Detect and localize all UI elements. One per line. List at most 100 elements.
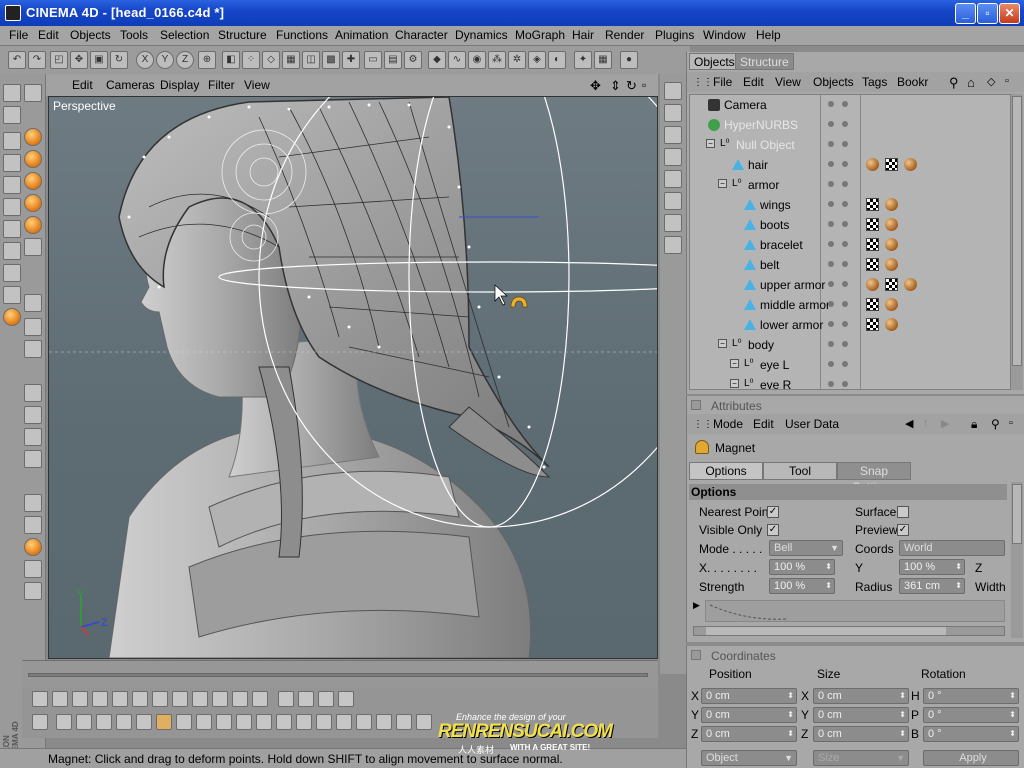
- points-mode-icon[interactable]: ⁘: [242, 51, 260, 69]
- render-settings-icon[interactable]: ⚙: [404, 51, 422, 69]
- stepper-icon[interactable]: ⬍: [955, 560, 962, 574]
- viewport-menu-filter[interactable]: Filter: [208, 78, 235, 92]
- lock-icon[interactable]: 🔒︎: [971, 417, 977, 432]
- navigate-icon[interactable]: ◇: [987, 75, 995, 88]
- stepper-icon[interactable]: ⬍: [1009, 689, 1016, 703]
- rotation-field[interactable]: 0 ° ⬍: [923, 688, 1019, 704]
- object-name[interactable]: HyperNURBS: [724, 118, 798, 132]
- menu-edit[interactable]: Edit: [38, 28, 59, 42]
- animation-tool-icon[interactable]: [232, 691, 248, 707]
- visibility-dot-icon[interactable]: [842, 241, 848, 247]
- forward-arrow-icon[interactable]: ▶: [941, 417, 949, 430]
- tool-l-icon[interactable]: [24, 340, 42, 358]
- timeline[interactable]: [22, 660, 658, 688]
- object-tool-icon[interactable]: [76, 714, 92, 730]
- visibility-dot-icon[interactable]: [828, 221, 834, 227]
- deformer-icon[interactable]: ✲: [508, 51, 526, 69]
- objects-menu-objects[interactable]: Objects: [813, 75, 854, 89]
- object-tree-row[interactable]: − L⁰ eye L: [690, 355, 1010, 375]
- menu-objects[interactable]: Objects: [70, 28, 111, 42]
- stepper-icon[interactable]: ⬍: [787, 727, 794, 741]
- viewport-menu-view[interactable]: View: [244, 78, 270, 92]
- object-tree-scrollbar[interactable]: [1011, 94, 1023, 390]
- preview-checkbox[interactable]: ✓: [897, 524, 909, 536]
- z-axis-lock-icon[interactable]: Z: [176, 51, 194, 69]
- minimize-button[interactable]: _: [955, 3, 976, 24]
- mid-tool-icon[interactable]: [664, 192, 682, 210]
- maximize-button[interactable]: ▫: [977, 3, 998, 24]
- object-tree-row[interactable]: − L⁰ body: [690, 335, 1010, 355]
- menu-animation[interactable]: Animation: [335, 28, 388, 42]
- sphere-tool-icon[interactable]: [24, 216, 42, 234]
- light-icon[interactable]: ✦: [574, 51, 592, 69]
- menu-window[interactable]: Window: [703, 28, 746, 42]
- objects-menu-edit[interactable]: Edit: [743, 75, 764, 89]
- mode-dropdown[interactable]: Bell ▼: [769, 540, 843, 556]
- magnet-tool-icon[interactable]: [24, 84, 42, 102]
- object-name[interactable]: bracelet: [760, 238, 803, 252]
- texture-tag-icon[interactable]: [885, 278, 898, 291]
- stepper-icon[interactable]: ⬍: [787, 689, 794, 703]
- checker-icon[interactable]: [3, 264, 21, 282]
- panel-toggle[interactable]: [691, 400, 701, 410]
- object-tree-row[interactable]: lower armor: [690, 315, 1010, 335]
- polygons-mode-icon[interactable]: ▦: [282, 51, 300, 69]
- maximize-view-icon[interactable]: ▫: [642, 78, 646, 92]
- expand-toggle-icon[interactable]: −: [718, 339, 727, 348]
- scrollbar-thumb[interactable]: [1012, 484, 1022, 544]
- visibility-dot-icon[interactable]: [842, 201, 848, 207]
- visibility-dot-icon[interactable]: [842, 341, 848, 347]
- visibility-dot-icon[interactable]: [842, 381, 848, 387]
- material-tag-icon[interactable]: [885, 198, 898, 211]
- animation-tool-icon[interactable]: [52, 691, 68, 707]
- object-name[interactable]: hair: [748, 158, 768, 172]
- stepper-icon[interactable]: ⬍: [1009, 727, 1016, 741]
- visibility-dot-icon[interactable]: [842, 141, 848, 147]
- up-arrow-icon[interactable]: ↑: [923, 417, 929, 429]
- tool-t-icon[interactable]: [24, 560, 42, 578]
- object-tool-icon[interactable]: [56, 714, 72, 730]
- y-axis-lock-icon[interactable]: Y: [156, 51, 174, 69]
- object-name[interactable]: armor: [748, 178, 779, 192]
- mid-tool-icon[interactable]: [664, 170, 682, 188]
- surface-checkbox[interactable]: [897, 506, 909, 518]
- material-tag-icon[interactable]: [904, 278, 917, 291]
- stepper-icon[interactable]: ⬍: [787, 708, 794, 722]
- strength-field[interactable]: 100 % ⬍: [769, 578, 835, 594]
- attributes-menu-edit[interactable]: Edit: [753, 417, 774, 431]
- link-icon[interactable]: ⚲: [991, 417, 1000, 431]
- object-tool-icon[interactable]: [196, 714, 212, 730]
- texture-tag-icon[interactable]: [866, 298, 879, 311]
- tool-p-icon[interactable]: [24, 450, 42, 468]
- attributes-horizontal-scrollbar[interactable]: [693, 626, 1005, 636]
- mid-tool-icon[interactable]: [664, 236, 682, 254]
- radius-field[interactable]: 361 cm ⬍: [899, 578, 965, 594]
- objects-menu-tags[interactable]: Tags: [862, 75, 887, 89]
- tool-q-icon[interactable]: [24, 494, 42, 512]
- stepper-icon[interactable]: ⬍: [899, 727, 906, 741]
- visibility-dot-icon[interactable]: [828, 341, 834, 347]
- animation-tool-icon[interactable]: [172, 691, 188, 707]
- texture-tag-icon[interactable]: [866, 258, 879, 271]
- visibility-dot-icon[interactable]: [828, 201, 834, 207]
- object-tree-row[interactable]: Camera: [690, 95, 1010, 115]
- render-view-icon[interactable]: ▭: [364, 51, 382, 69]
- expand-toggle-icon[interactable]: −: [706, 139, 715, 148]
- visibility-dot-icon[interactable]: [828, 361, 834, 367]
- panel-toggle[interactable]: [691, 650, 701, 660]
- object-tree-row[interactable]: − L⁰ Null Object: [690, 135, 1010, 155]
- texture-tag-icon[interactable]: [866, 238, 879, 251]
- camera-icon[interactable]: ◐: [548, 51, 566, 69]
- menu-selection[interactable]: Selection: [160, 28, 209, 42]
- tab-objects[interactable]: Objects: [689, 53, 740, 70]
- home-icon[interactable]: ⌂: [967, 75, 975, 90]
- expand-toggle-icon[interactable]: −: [718, 179, 727, 188]
- tool-o-icon[interactable]: [24, 428, 42, 446]
- visibility-dot-icon[interactable]: [828, 121, 834, 127]
- visibility-dot-icon[interactable]: [828, 381, 834, 387]
- material-tag-icon[interactable]: [885, 218, 898, 231]
- pan-view-icon[interactable]: ✥: [590, 78, 601, 94]
- rotation-field[interactable]: 0 ° ⬍: [923, 707, 1019, 723]
- visibility-dot-icon[interactable]: [842, 281, 848, 287]
- position-field[interactable]: 0 cm ⬍: [701, 726, 797, 742]
